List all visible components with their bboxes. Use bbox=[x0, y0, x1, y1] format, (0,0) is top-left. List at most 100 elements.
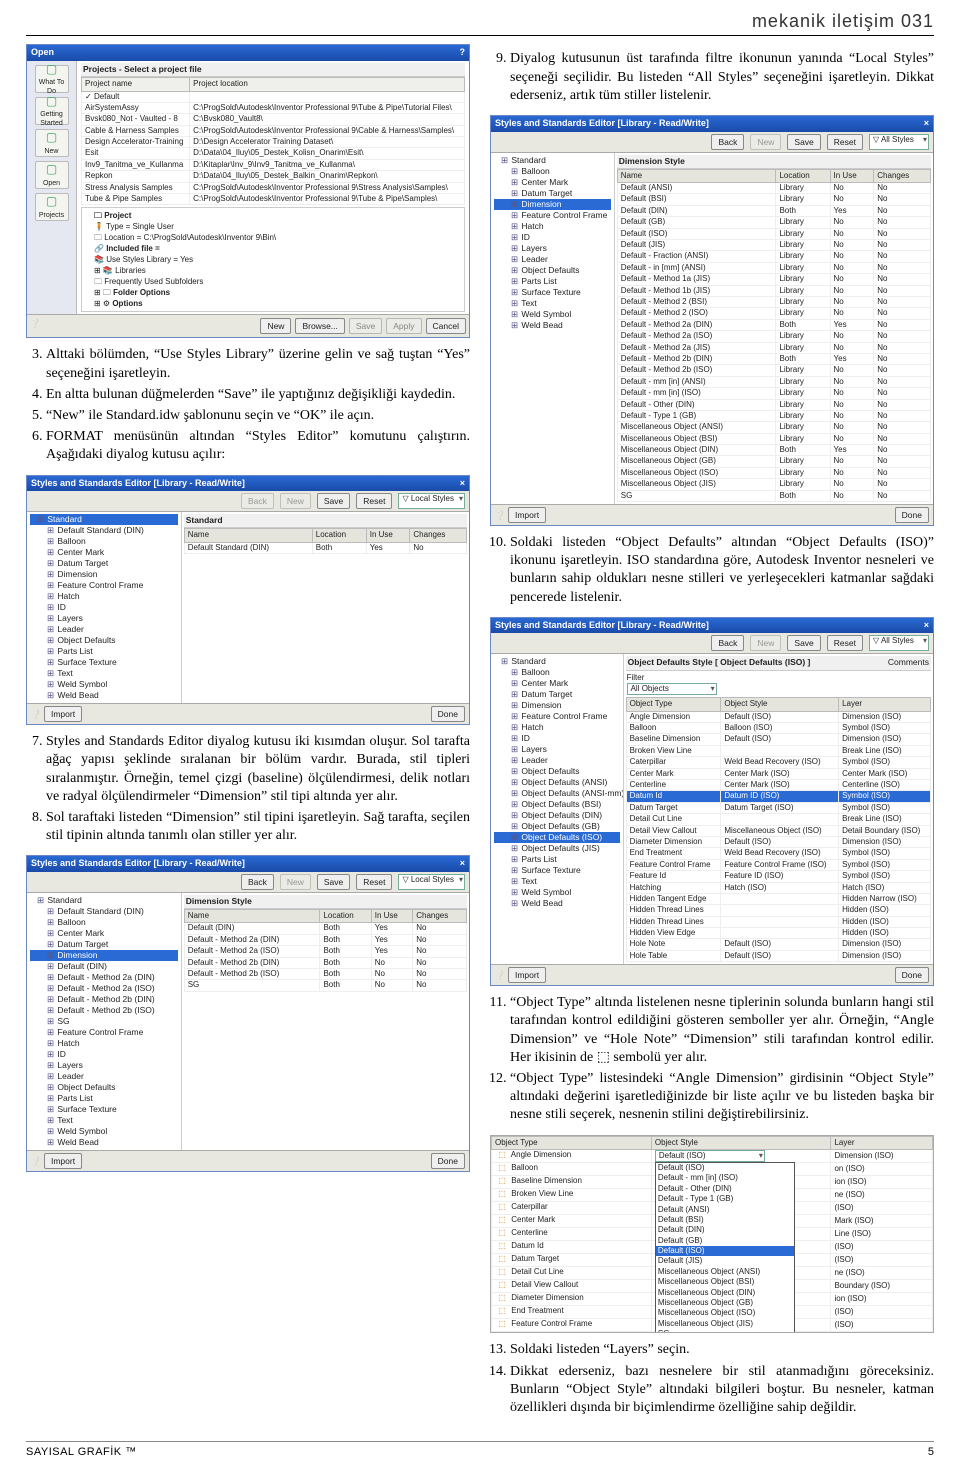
tree-node[interactable]: ⊞ Weld Bead bbox=[30, 690, 178, 701]
table-row[interactable]: Hole NoteDefault (ISO)Dimension (ISO) bbox=[626, 939, 930, 950]
tree-node[interactable]: ⊞ Object Defaults (ANSI) bbox=[494, 777, 620, 788]
import-button[interactable]: Import bbox=[508, 507, 546, 523]
help-icon[interactable]: ❔ bbox=[31, 709, 42, 719]
tree-node[interactable]: ⊞ Weld Bead bbox=[494, 898, 620, 909]
table-row[interactable]: Default (DIN)BothYesNo bbox=[184, 923, 466, 934]
tree-node[interactable]: ⊞ Layers bbox=[494, 243, 611, 254]
tree-node[interactable]: ⊞ Default (DIN) bbox=[30, 961, 178, 972]
tree-node[interactable]: ⊞ Parts List bbox=[494, 276, 611, 287]
cancel-button[interactable]: Cancel bbox=[426, 318, 466, 334]
tree-node[interactable]: ⊞ Balloon bbox=[494, 166, 611, 177]
new-button[interactable]: New bbox=[280, 874, 311, 890]
tree-node[interactable]: ⊞ Surface Texture bbox=[494, 287, 611, 298]
table-row[interactable]: Default - in [mm] (ANSI)LibraryNoNo bbox=[617, 262, 930, 273]
table-row[interactable]: Default - Fraction (ANSI)LibraryNoNo bbox=[617, 251, 930, 262]
project-tree[interactable]: 🗀 Project 🧍 Type = Single User 🗀 Locatio… bbox=[81, 207, 465, 312]
styles-filter-dropdown[interactable]: ▽ All Styles bbox=[869, 635, 929, 651]
tree-node[interactable]: ⊞ Standard bbox=[30, 895, 178, 906]
table-row[interactable]: Default - Method 2a (DIN)BothYesNo bbox=[617, 319, 930, 330]
table-row[interactable]: Detail Cut LineBreak Line (ISO) bbox=[626, 814, 930, 825]
close-icon[interactable]: × bbox=[460, 478, 465, 490]
save-button[interactable]: Save bbox=[787, 134, 820, 150]
styles-filter-dropdown[interactable]: ▽ Local Styles bbox=[398, 874, 465, 890]
tree-node[interactable]: ⊞ Object Defaults bbox=[30, 1082, 178, 1093]
table-row[interactable]: Default - mm [in] (ISO)LibraryNoNo bbox=[617, 388, 930, 399]
table-row[interactable]: Miscellaneous Object (JIS)LibraryNoNo bbox=[617, 479, 930, 490]
new-button[interactable]: New bbox=[260, 318, 291, 334]
tree-node[interactable]: ⊞ Object Defaults (ANSI-mm) bbox=[494, 788, 620, 799]
table-row[interactable]: Miscellaneous Object (DIN)BothYesNo bbox=[617, 445, 930, 456]
table-row[interactable]: BalloonBalloon (ISO)Symbol (ISO) bbox=[626, 723, 930, 734]
tree-node[interactable]: ⊞ Feature Control Frame bbox=[494, 210, 611, 221]
reset-button[interactable]: Reset bbox=[827, 134, 863, 150]
tree-node[interactable]: ⊞ Leader bbox=[30, 624, 178, 635]
tree-node[interactable]: ⊞ Text bbox=[494, 298, 611, 309]
tree-node[interactable]: ⊞ Weld Bead bbox=[494, 320, 611, 331]
table-row[interactable]: Hidden Thread LinesHidden (ISO) bbox=[626, 905, 930, 916]
new-button[interactable]: New bbox=[750, 635, 781, 651]
tree-node[interactable]: ⊞ Hatch bbox=[494, 722, 620, 733]
table-row[interactable]: Hidden Tangent EdgeHidden Narrow (ISO) bbox=[626, 893, 930, 904]
projects-table[interactable]: Project name Project location ✓ Default … bbox=[81, 77, 465, 205]
help-icon[interactable]: ❔ bbox=[30, 318, 41, 334]
tree-node[interactable]: ⊞ Center Mark bbox=[30, 928, 178, 939]
done-button[interactable]: Done bbox=[431, 706, 465, 722]
tree-node[interactable]: ⊞ Weld Symbol bbox=[30, 1126, 178, 1137]
tree-node[interactable]: ⊞ Parts List bbox=[30, 1093, 178, 1104]
tree-node[interactable]: ⊞ Default Standard (DIN) bbox=[30, 906, 178, 917]
tree-node[interactable]: ⊞ ID bbox=[494, 232, 611, 243]
table-row[interactable]: Default - Method 2b (ISO)LibraryNoNo bbox=[617, 365, 930, 376]
tree-node[interactable]: ⊞ Surface Texture bbox=[30, 657, 178, 668]
tree-node[interactable]: ⊞ Hatch bbox=[30, 1038, 178, 1049]
done-button[interactable]: Done bbox=[895, 967, 929, 983]
tree-node[interactable]: ⊞ Default Standard (DIN) bbox=[30, 525, 178, 536]
dropdown-option[interactable]: Default (BSI) bbox=[656, 1215, 794, 1225]
tree-node[interactable]: ⊞ Default - Method 2a (ISO) bbox=[30, 983, 178, 994]
tree-node[interactable]: ⊞ Balloon bbox=[30, 917, 178, 928]
help-icon[interactable]: ? bbox=[460, 47, 466, 59]
reset-button[interactable]: Reset bbox=[827, 635, 863, 651]
tree-node[interactable]: ⊞ Balloon bbox=[30, 536, 178, 547]
tree-node[interactable]: ⊞ Text bbox=[494, 876, 620, 887]
tree-node[interactable]: ⊞ Object Defaults bbox=[494, 265, 611, 276]
table-row[interactable]: Default - Method 2a (JIS)LibraryNoNo bbox=[617, 342, 930, 353]
table-row[interactable]: Baseline DimensionDefault (ISO)Dimension… bbox=[626, 734, 930, 745]
close-icon[interactable]: × bbox=[924, 118, 929, 130]
table-row[interactable]: Default (DIN)BothYesNo bbox=[617, 205, 930, 216]
tree-node[interactable]: ⊞ Standard bbox=[494, 656, 620, 667]
table-row[interactable]: Miscellaneous Object (ISO)LibraryNoNo bbox=[617, 467, 930, 478]
table-row[interactable]: Default - Method 2a (ISO)LibraryNoNo bbox=[617, 331, 930, 342]
tree-node[interactable]: ⊞ Parts List bbox=[494, 854, 620, 865]
import-button[interactable]: Import bbox=[44, 706, 82, 722]
table-row[interactable]: Angle DimensionDefault (ISO)Dimension (I… bbox=[626, 711, 930, 722]
tree-node[interactable]: ⊞ Center Mark bbox=[30, 547, 178, 558]
tree-node[interactable]: ⊞ Feature Control Frame bbox=[494, 711, 620, 722]
save-button[interactable]: Save bbox=[317, 874, 350, 890]
table-row[interactable]: ⬚ Angle DimensionDefault (ISO)Default (I… bbox=[492, 1149, 933, 1162]
table-row[interactable]: CenterlineCenter Mark (ISO)Centerline (I… bbox=[626, 780, 930, 791]
table-row[interactable]: SGBothNoNo bbox=[184, 980, 466, 991]
tree-node[interactable]: ⊞ Datum Target bbox=[494, 188, 611, 199]
table-row[interactable]: Diameter DimensionDefault (ISO)Dimension… bbox=[626, 836, 930, 847]
sidebar-item-whattodo[interactable]: What To Do bbox=[35, 65, 69, 93]
filter-dropdown[interactable]: All Objects bbox=[627, 683, 717, 695]
help-icon[interactable]: ❔ bbox=[495, 970, 506, 980]
save-button[interactable]: Save bbox=[787, 635, 820, 651]
tree-node[interactable]: ⊞ Standard bbox=[30, 514, 178, 525]
tree-node[interactable]: ⊞ ID bbox=[30, 602, 178, 613]
tree-node[interactable]: ⊞ Feature Control Frame bbox=[30, 580, 178, 591]
import-button[interactable]: Import bbox=[508, 967, 546, 983]
dropdown-option[interactable]: Default (JIS) bbox=[656, 1256, 794, 1266]
tree-node[interactable]: ⊞ Weld Symbol bbox=[494, 887, 620, 898]
new-button[interactable]: New bbox=[280, 493, 311, 509]
tree-node[interactable]: ⊞ Datum Target bbox=[30, 939, 178, 950]
tree-node[interactable]: ⊞ ID bbox=[30, 1049, 178, 1060]
tree-node[interactable]: ⊞ Dimension bbox=[494, 199, 611, 210]
tree-node[interactable]: ⊞ Datum Target bbox=[494, 689, 620, 700]
dropdown-option[interactable]: Default (DIN) bbox=[656, 1225, 794, 1235]
tree-node[interactable]: ⊞ Parts List bbox=[30, 646, 178, 657]
table-row[interactable]: End TreatmentWeld Bead Recovery (ISO)Sym… bbox=[626, 848, 930, 859]
tree-node[interactable]: ⊞ Weld Symbol bbox=[30, 679, 178, 690]
table-row[interactable]: Hidden View EdgeHidden (ISO) bbox=[626, 928, 930, 939]
back-button[interactable]: Back bbox=[711, 134, 744, 150]
